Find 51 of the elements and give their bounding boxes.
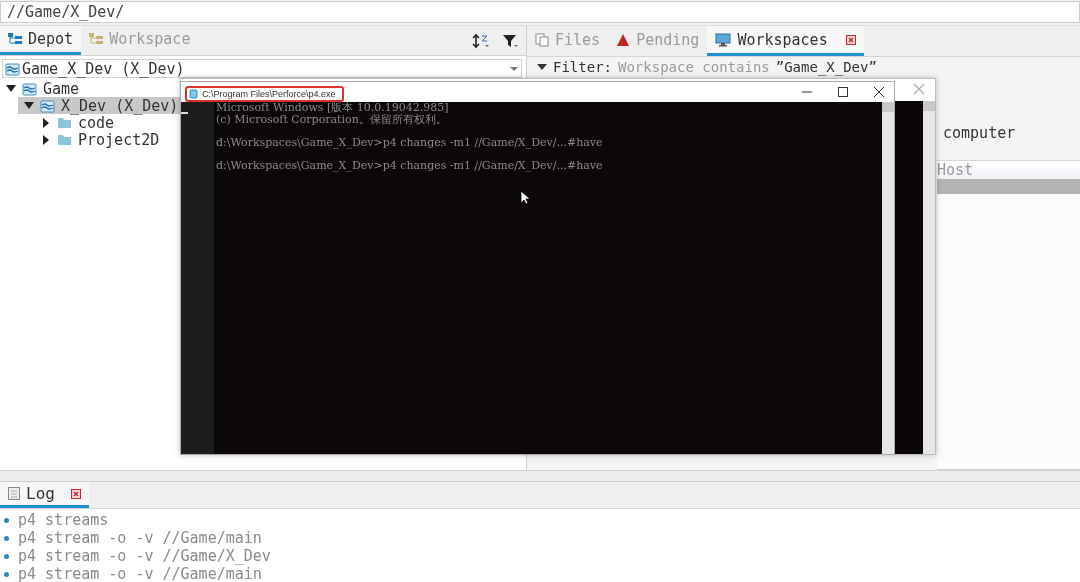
window-title: C:\Program Files\Perforce\p4.exe <box>202 89 336 99</box>
stream-icon <box>40 98 55 113</box>
console-line: (c) Microsoft Corporation。保留所有权利。 <box>216 113 447 125</box>
monitor-icon <box>715 32 732 47</box>
bullet-icon <box>4 535 9 541</box>
sort-icon[interactable] <box>472 32 490 49</box>
close-icon[interactable] <box>874 87 884 97</box>
close-icon[interactable] <box>845 34 856 45</box>
caret-icon <box>509 65 519 72</box>
filter-value: ”Game_X_Dev” <box>775 59 877 75</box>
log-entry: p4 stream -o -v //Game/main <box>18 529 262 547</box>
scrollbar[interactable] <box>882 102 894 454</box>
panel-tab[interactable]: Workspaces <box>707 26 864 56</box>
tree-item[interactable]: code <box>36 114 119 131</box>
panel-tab[interactable]: Log <box>0 482 89 508</box>
filter-label: Filter: <box>553 59 612 75</box>
documents-icon <box>535 32 549 47</box>
bullet-icon <box>4 553 9 559</box>
tree-item[interactable]: Project2D <box>36 131 164 148</box>
console-line: d:\Workspaces\Game_X_Dev>p4 changes -m1 //Game/X_Dev/...#have <box>216 159 604 171</box>
workspace-dropdown[interactable]: Game_X_Dev (X_Dev) <box>2 59 522 78</box>
description-text: computer <box>942 123 1017 144</box>
bullet-icon <box>4 517 9 523</box>
tree-view-icon <box>8 32 22 46</box>
log-icon <box>8 487 20 500</box>
collapse-arrow-icon[interactable] <box>537 64 547 70</box>
maximize-icon[interactable] <box>838 87 848 97</box>
terminal-icon <box>189 89 198 99</box>
expand-arrow-icon[interactable] <box>43 134 49 145</box>
tree-item[interactable]: X_Dev (X_Dev) <box>18 97 183 114</box>
expand-arrow-icon[interactable] <box>43 117 49 128</box>
tree-view-icon <box>89 32 104 46</box>
text-cursor <box>181 112 188 114</box>
stream-icon <box>5 61 20 76</box>
log-entry: p4 stream -o -v //Game/X_Dev <box>18 547 271 565</box>
mouse-pointer-icon <box>520 190 530 205</box>
filter-condition: Workspace contains <box>618 59 770 75</box>
scrollbar[interactable] <box>923 101 935 454</box>
path-field[interactable]: //Game/X_Dev/ <box>0 1 1080 23</box>
console-line: d:\Workspaces\Game_X_Dev>p4 changes -m1 //Game/X_Dev/...#have <box>216 136 604 148</box>
folder-icon <box>57 133 72 146</box>
folder-icon <box>57 116 72 129</box>
panel-tab[interactable]: Depot <box>0 26 82 55</box>
log-entry: p4 streams <box>18 511 109 529</box>
console-line: Microsoft Windows [版本 10.0.19042.985] <box>216 102 450 114</box>
filter-icon[interactable] <box>502 32 518 49</box>
close-icon[interactable] <box>70 488 81 499</box>
bullet-icon <box>4 571 9 577</box>
triangle-icon <box>616 32 631 47</box>
depot-icon <box>22 81 37 96</box>
log-entry: p4 stream -o -v //Game/main <box>18 565 262 582</box>
